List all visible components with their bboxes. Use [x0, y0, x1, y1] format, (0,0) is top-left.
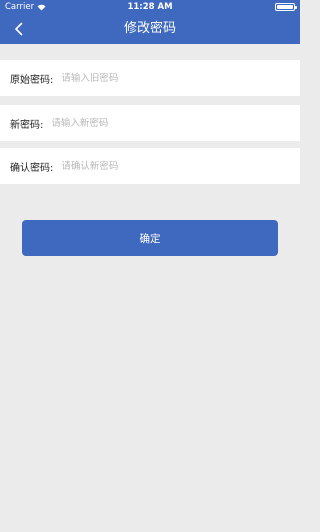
battery-level — [277, 5, 293, 9]
battery-icon — [275, 3, 297, 11]
confirm-password-input[interactable] — [61, 148, 300, 184]
old-password-row: 原始密码: — [0, 60, 300, 96]
confirm-password-row: 确认密码: — [0, 148, 300, 184]
confirm-password-label: 确认密码: — [10, 162, 54, 174]
chevron-left-icon — [15, 22, 23, 36]
status-time: 11:28 AM — [127, 2, 173, 12]
nav-bar: 修改密码 — [0, 14, 300, 44]
new-password-row: 新密码: — [0, 105, 300, 141]
confirm-button[interactable]: 确定 — [22, 220, 278, 256]
back-button[interactable] — [6, 16, 32, 42]
old-password-input[interactable] — [61, 60, 300, 96]
new-password-label: 新密码: — [10, 119, 44, 131]
status-bar: Carrier 11:28 AM — [0, 0, 300, 14]
new-password-input[interactable] — [51, 105, 300, 141]
header: Carrier 11:28 AM 修改密码 — [0, 0, 300, 44]
old-password-label: 原始密码: — [10, 74, 54, 86]
page-title: 修改密码 — [123, 21, 176, 36]
